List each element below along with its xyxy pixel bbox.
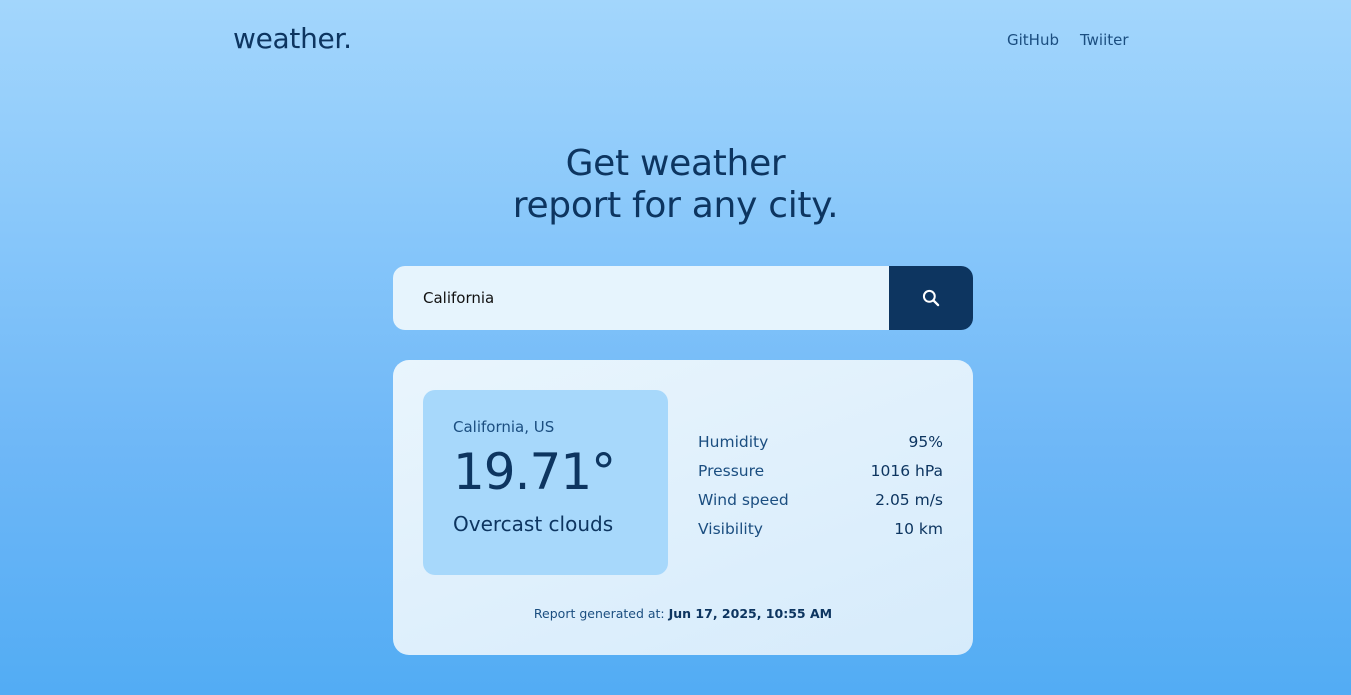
app-logo: weather.	[233, 22, 352, 55]
report-generated-time: Jun 17, 2025, 10:55 AM	[668, 606, 833, 621]
top-nav: GitHub Twiiter	[1007, 31, 1129, 49]
stat-label: Humidity	[698, 432, 769, 451]
weather-stats: Humidity 95% Pressure 1016 hPa Wind spee…	[698, 427, 943, 543]
stat-label: Wind speed	[698, 490, 789, 509]
report-generated-label: Report generated at:	[533, 606, 669, 621]
stat-value: 95%	[908, 432, 943, 451]
stat-value: 1016 hPa	[870, 461, 943, 480]
search-icon	[922, 289, 940, 307]
stat-value: 2.05 m/s	[875, 490, 943, 509]
search-button[interactable]	[889, 266, 973, 330]
nav-link-github[interactable]: GitHub	[1007, 31, 1059, 49]
stat-label: Pressure	[698, 461, 765, 480]
stat-label: Visibility	[698, 519, 763, 538]
search-bar	[393, 266, 973, 330]
stat-row-wind-speed: Wind speed 2.05 m/s	[698, 485, 943, 514]
stat-row-pressure: Pressure 1016 hPa	[698, 456, 943, 485]
temperature-value: 19.71°	[453, 443, 616, 501]
location-label: California, US	[453, 418, 555, 436]
hero-heading: Get weather report for any city.	[0, 143, 1351, 227]
report-generated-note: Report generated at: Jun 17, 2025, 10:55…	[393, 606, 973, 621]
hero-line-1: Get weather	[565, 143, 786, 184]
hero-line-2: report for any city.	[512, 185, 839, 226]
weather-description: Overcast clouds	[453, 512, 614, 536]
current-weather-box: California, US 19.71° Overcast clouds	[423, 390, 668, 575]
stat-value: 10 km	[894, 519, 943, 538]
nav-link-twitter[interactable]: Twiiter	[1080, 31, 1129, 49]
weather-report-card: California, US 19.71° Overcast clouds Hu…	[393, 360, 973, 655]
stat-row-humidity: Humidity 95%	[698, 427, 943, 456]
city-search-input[interactable]	[393, 266, 889, 330]
stat-row-visibility: Visibility 10 km	[698, 514, 943, 543]
